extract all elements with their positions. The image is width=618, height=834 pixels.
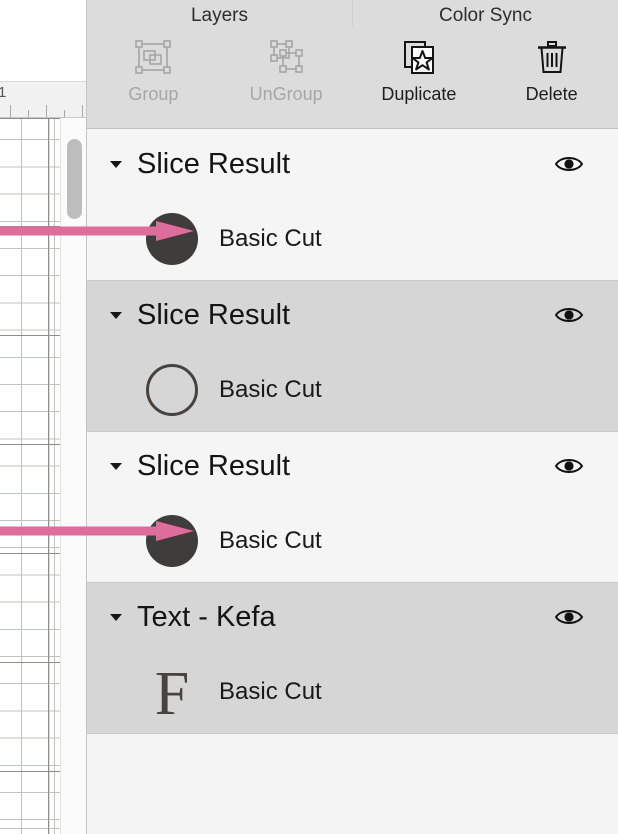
layers-toolbar: Group UnGroup Duplicate Delete: [87, 26, 618, 129]
delete-button[interactable]: Delete: [485, 34, 618, 128]
layer-child-row[interactable]: Basic Cut: [87, 500, 618, 582]
visibility-eye-icon[interactable]: [552, 302, 586, 328]
layer-group[interactable]: Text - Kefa F Basic Cut: [87, 583, 618, 734]
duplicate-button[interactable]: Duplicate: [353, 34, 486, 128]
vertical-scrollbar[interactable]: [60, 118, 86, 834]
layers-panel: Layers Color Sync Group UnGroup Duplicat…: [86, 0, 618, 834]
ungroup-button[interactable]: UnGroup: [220, 34, 353, 128]
layer-group[interactable]: Slice Result Basic Cut: [87, 281, 618, 432]
tab-color-sync[interactable]: Color Sync: [352, 0, 618, 27]
visibility-eye-icon[interactable]: [552, 604, 586, 630]
layer-group-title: Slice Result: [137, 449, 291, 482]
delete-label: Delete: [525, 84, 578, 104]
layer-thumbnail-glyph: F: [154, 659, 190, 728]
layer-child-row[interactable]: Basic Cut: [87, 349, 618, 431]
canvas-grid[interactable]: [0, 118, 60, 834]
tab-layers[interactable]: Layers: [87, 0, 352, 28]
layer-list[interactable]: Slice Result Basic Cut Slice Result Basi…: [87, 130, 618, 834]
canvas-top-area: [0, 0, 86, 82]
vertical-scrollbar-thumb[interactable]: [67, 139, 82, 219]
layer-group-header[interactable]: Text - Kefa: [87, 583, 618, 651]
duplicate-label: Duplicate: [381, 84, 457, 104]
layer-child-label: Basic Cut: [219, 376, 322, 403]
tab-layers-label: Layers: [190, 5, 249, 26]
chevron-down-icon[interactable]: [105, 304, 127, 326]
ruler-label: 1: [0, 84, 7, 101]
layer-child-label: Basic Cut: [219, 225, 322, 252]
layer-child-row[interactable]: Basic Cut: [87, 198, 618, 280]
layer-child-label: Basic Cut: [219, 527, 322, 554]
panel-tabbar: Layers Color Sync: [87, 0, 618, 28]
layer-child-label: Basic Cut: [219, 678, 322, 705]
layer-thumbnail-circle-outline-icon: [145, 363, 199, 417]
group-icon: [130, 34, 176, 80]
layer-thumbnail-circle-filled-icon: [145, 212, 199, 266]
duplicate-icon: [396, 34, 442, 80]
layer-group-title: Text - Kefa: [137, 600, 276, 633]
design-canvas-strip: 1: [0, 0, 86, 834]
chevron-down-icon[interactable]: [105, 153, 127, 175]
layer-group[interactable]: Slice Result Basic Cut: [87, 130, 618, 281]
chevron-down-icon[interactable]: [105, 455, 127, 477]
layer-thumbnail-letter-icon: F: [145, 659, 199, 728]
ruler-ticks: [0, 104, 86, 117]
visibility-eye-icon[interactable]: [552, 151, 586, 177]
layer-group-title: Slice Result: [137, 147, 291, 180]
layer-group-header[interactable]: Slice Result: [87, 130, 618, 198]
layer-group[interactable]: Slice Result Basic Cut: [87, 432, 618, 583]
ungroup-icon: [263, 34, 309, 80]
group-button[interactable]: Group: [87, 34, 220, 128]
chevron-down-icon[interactable]: [105, 606, 127, 628]
ungroup-label: UnGroup: [249, 84, 323, 104]
trash-icon: [529, 34, 575, 80]
layer-group-header[interactable]: Slice Result: [87, 281, 618, 349]
horizontal-ruler: 1: [0, 82, 86, 118]
layer-child-row[interactable]: F Basic Cut: [87, 651, 618, 733]
layer-group-title: Slice Result: [137, 298, 291, 331]
cricut-design-space-window: 1 Layers Color Sync Group UnGroup Duplic…: [0, 0, 618, 834]
visibility-eye-icon[interactable]: [552, 453, 586, 479]
group-label: Group: [128, 84, 179, 104]
tab-color-sync-label: Color Sync: [439, 5, 532, 26]
layer-group-header[interactable]: Slice Result: [87, 432, 618, 500]
layer-thumbnail-circle-filled-icon: [145, 514, 199, 568]
